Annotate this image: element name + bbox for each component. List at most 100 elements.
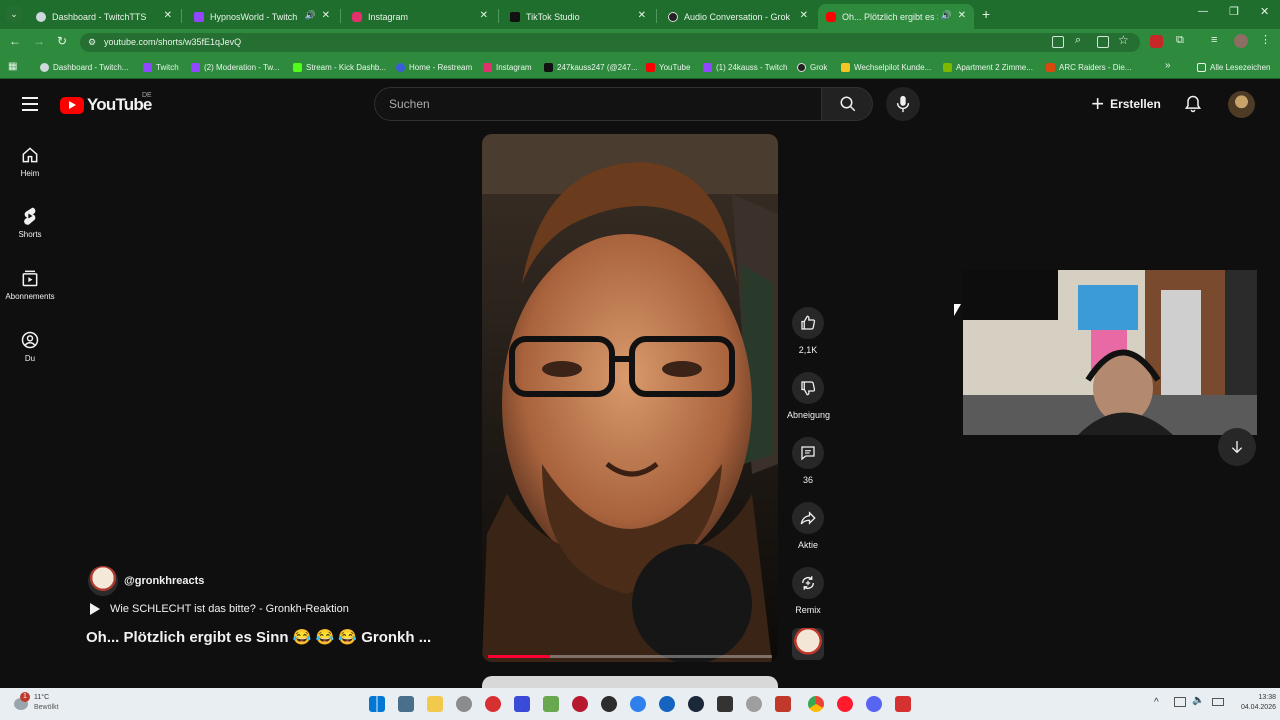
tab-close-icon[interactable]: ✕ xyxy=(164,10,172,21)
share-label: Aktie xyxy=(797,540,818,550)
browser-tab[interactable]: Instagram ✕ xyxy=(344,4,496,29)
browser-tab[interactable]: TikTok Studio ✕ xyxy=(502,4,654,29)
profile-avatar[interactable] xyxy=(1234,34,1248,48)
tab-search-button[interactable]: ⌄ xyxy=(6,6,22,22)
tab-audio-icon[interactable]: 🔊 xyxy=(305,10,316,21)
search-input[interactable]: Suchen xyxy=(374,87,822,121)
nav-home[interactable]: Heim xyxy=(0,145,60,178)
bookmark-item[interactable]: Grok xyxy=(797,60,827,75)
menu-kebab-icon[interactable]: ⋮ xyxy=(1260,33,1271,46)
create-button[interactable]: + Erstellen xyxy=(1082,87,1170,121)
tab-close-icon[interactable]: ✕ xyxy=(638,10,646,21)
tab-audio-icon[interactable]: 🔊 xyxy=(941,10,952,21)
all-bookmarks-button[interactable]: Alle Lesezeichen xyxy=(1197,60,1270,75)
hamburger-menu-icon[interactable] xyxy=(22,97,38,111)
bookmark-item[interactable]: Instagram xyxy=(483,60,532,75)
app-red-icon[interactable] xyxy=(485,696,501,712)
sound-thumbnail[interactable] xyxy=(792,628,824,660)
file-explorer-icon[interactable] xyxy=(427,696,443,712)
media-control-icon[interactable]: ≡ xyxy=(1211,34,1217,46)
video-progress-track[interactable] xyxy=(488,655,772,658)
app-red-tile2-icon[interactable] xyxy=(895,696,911,712)
browser-tab[interactable]: HypnosWorld - Twitch 🔊 ✕ xyxy=(186,4,338,29)
bookmark-item[interactable]: YouTube xyxy=(646,60,690,75)
clock[interactable]: 13:38 04.04.2026 xyxy=(1228,693,1276,713)
bookmark-star-icon[interactable]: ☆ xyxy=(1118,33,1129,47)
tray-overflow-icon[interactable]: ^ xyxy=(1154,697,1159,708)
zoom-icon[interactable]: ⌕ xyxy=(1075,34,1081,47)
tab-close-icon[interactable]: ✕ xyxy=(322,10,330,21)
remix-button[interactable]: Remix xyxy=(787,567,829,615)
voice-search-button[interactable] xyxy=(886,87,920,121)
extensions-puzzle-icon[interactable]: ⧉ xyxy=(1176,34,1184,47)
bookmark-item[interactable]: ARC Raiders - Die... xyxy=(1046,60,1131,75)
battery-icon[interactable] xyxy=(1212,698,1224,706)
weather-widget[interactable]: 1 11°C Bewölkt xyxy=(12,692,72,716)
translate-icon[interactable] xyxy=(1052,36,1064,48)
back-icon[interactable]: ← xyxy=(9,34,21,48)
network-icon[interactable] xyxy=(1174,697,1186,707)
address-bar[interactable]: ⚙ youtube.com/shorts/w35fE1qJevQ xyxy=(80,33,1140,52)
windows-start-icon[interactable] xyxy=(369,696,385,712)
app-blue-icon[interactable] xyxy=(630,696,646,712)
channel-avatar[interactable] xyxy=(88,566,118,596)
nav-shorts[interactable]: Shorts xyxy=(0,206,60,239)
reload-icon[interactable]: ↻ xyxy=(57,34,67,48)
app-red-tile-icon[interactable] xyxy=(775,696,791,712)
browser-tab[interactable]: Dashboard - TwitchTTS ✕ xyxy=(28,4,180,29)
app-fan-icon[interactable] xyxy=(746,696,762,712)
nav-you[interactable]: Du xyxy=(0,330,60,363)
restore-button[interactable]: ❐ xyxy=(1229,5,1239,18)
like-button[interactable]: 2,1K xyxy=(787,307,829,355)
calculator-icon[interactable] xyxy=(398,696,414,712)
steam-icon[interactable] xyxy=(688,696,704,712)
bookmarks-overflow-icon[interactable]: » xyxy=(1165,60,1171,71)
forward-icon[interactable]: → xyxy=(33,34,45,48)
bookmark-item[interactable]: Dashboard - Twitch... xyxy=(40,60,128,75)
related-video-link[interactable]: Wie SCHLECHT ist das bitte? - Gronkh-Rea… xyxy=(88,603,349,615)
volume-icon[interactable]: 🔈 xyxy=(1192,695,1204,706)
next-video-preview[interactable] xyxy=(482,676,778,688)
search-button[interactable] xyxy=(821,87,873,121)
share-button[interactable]: Aktie xyxy=(787,502,829,550)
account-avatar[interactable] xyxy=(1228,91,1255,118)
bookmark-item[interactable]: (1) 24kauss - Twitch xyxy=(703,60,787,75)
comments-button[interactable]: 36 xyxy=(787,437,829,485)
install-icon[interactable] xyxy=(1097,36,1109,48)
app-blue2-icon[interactable] xyxy=(659,696,675,712)
nav-subscriptions[interactable]: Abonnements xyxy=(0,268,60,301)
bookmark-item[interactable]: Wechselpilot Kunde... xyxy=(841,60,931,75)
bookmark-item[interactable]: Twitch xyxy=(143,60,179,75)
dislike-button[interactable]: Abneigung xyxy=(787,372,830,420)
site-info-icon[interactable]: ⚙ xyxy=(88,33,96,52)
youtube-logo[interactable]: YouTube xyxy=(60,95,152,115)
app-red-badge-icon[interactable] xyxy=(572,696,588,712)
browser-tab-active[interactable]: Oh... Plötzlich ergibt es Sinn 🔊 ✕ xyxy=(818,4,974,29)
new-tab-button[interactable]: + xyxy=(982,6,990,22)
minimize-button[interactable]: — xyxy=(1198,6,1208,17)
app-v-icon[interactable] xyxy=(514,696,530,712)
bookmark-item[interactable]: Apartment 2 Zimme... xyxy=(943,60,1033,75)
tab-close-icon[interactable]: ✕ xyxy=(800,10,808,21)
mouse-app-icon[interactable] xyxy=(456,696,472,712)
chrome-icon[interactable] xyxy=(808,696,824,712)
discord-icon[interactable] xyxy=(866,696,882,712)
bookmark-item[interactable]: Stream - Kick Dashb... xyxy=(293,60,386,75)
close-window-button[interactable]: ✕ xyxy=(1260,5,1269,18)
next-video-button[interactable] xyxy=(1218,428,1256,466)
shorts-video-player[interactable] xyxy=(482,134,778,662)
extension-icon[interactable] xyxy=(1150,35,1163,48)
channel-link[interactable]: @gronkhreacts xyxy=(88,566,204,596)
tab-close-icon[interactable]: ✕ xyxy=(480,10,488,21)
app-dark-icon[interactable] xyxy=(717,696,733,712)
obs-icon[interactable] xyxy=(601,696,617,712)
bookmark-item[interactable]: Home - Restream xyxy=(396,60,472,75)
tab-close-icon[interactable]: ✕ xyxy=(958,10,966,21)
apps-grid-icon[interactable]: ▦ xyxy=(8,61,17,72)
bookmark-item[interactable]: 247kauss247 (@247... xyxy=(544,60,638,75)
notifications-bell-icon[interactable] xyxy=(1183,94,1203,119)
opera-icon[interactable] xyxy=(837,696,853,712)
bookmark-item[interactable]: (2) Moderation - Tw... xyxy=(191,60,279,75)
app-stack-icon[interactable] xyxy=(543,696,559,712)
browser-tab[interactable]: Audio Conversation - Grok ✕ xyxy=(660,4,816,29)
